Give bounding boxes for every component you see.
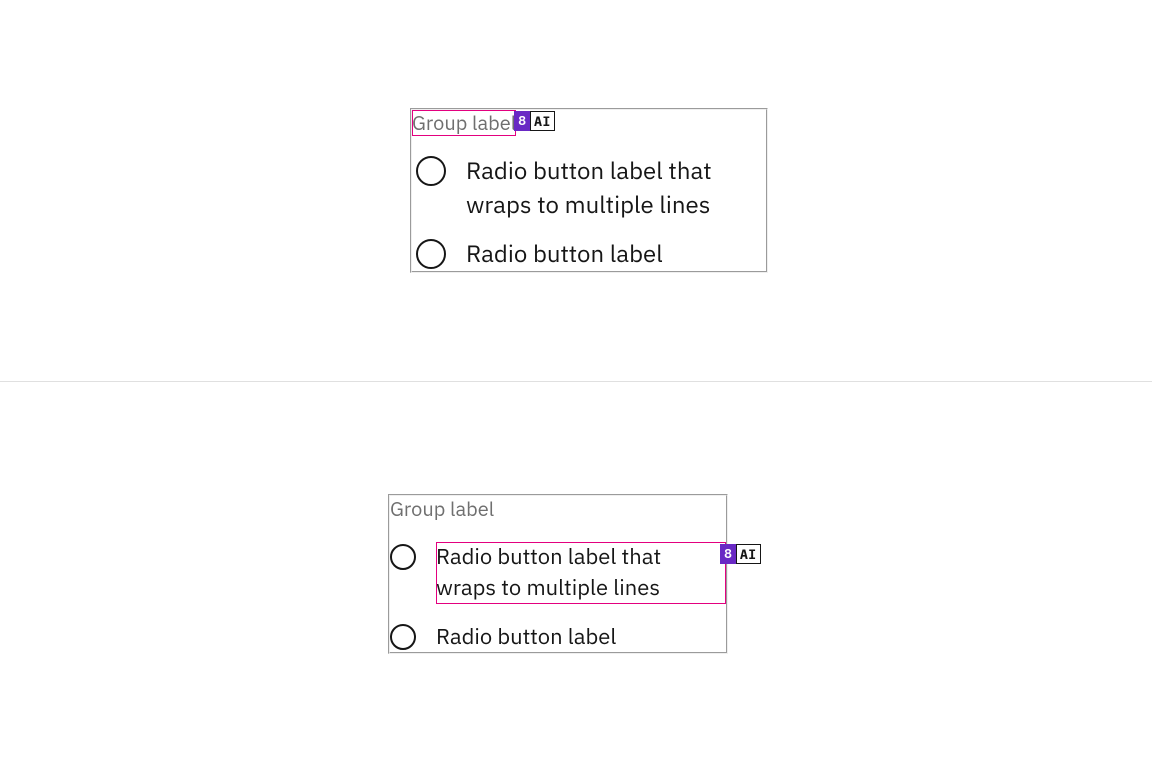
annotation-number: 8 bbox=[514, 111, 530, 131]
radio-icon[interactable] bbox=[416, 156, 446, 186]
radio-label: Radio button label bbox=[466, 237, 663, 271]
radio-label: Radio button label that wraps to multipl… bbox=[436, 542, 726, 604]
annotation-badge: 8 AI bbox=[720, 544, 761, 564]
radio-button-item[interactable]: Radio button label that wraps to multipl… bbox=[390, 542, 726, 604]
radio-items: Radio button label that wraps to multipl… bbox=[390, 542, 726, 652]
radio-label: Radio button label that wraps to multipl… bbox=[466, 154, 766, 221]
example-panel-top: Group label 8 AI Radio button label that… bbox=[0, 0, 1152, 382]
radio-icon[interactable] bbox=[416, 239, 446, 269]
radio-button-group-bottom: Group label Radio button label that wrap… bbox=[388, 494, 728, 654]
radio-items: Radio button label that wraps to multipl… bbox=[412, 154, 766, 271]
annotation-number: 8 bbox=[720, 544, 736, 564]
group-label: Group label bbox=[390, 496, 494, 522]
example-panel-bottom: Group label Radio button label that wrap… bbox=[0, 382, 1152, 767]
radio-button-item[interactable]: Radio button label that wraps to multipl… bbox=[416, 154, 766, 221]
radio-label-text: Radio button label that wraps to multipl… bbox=[436, 542, 661, 602]
radio-label: Radio button label bbox=[436, 622, 616, 653]
radio-icon[interactable] bbox=[390, 624, 416, 650]
group-label-text: Group label bbox=[412, 109, 516, 136]
annotation-ai-tag: AI bbox=[530, 111, 555, 131]
annotation-badge: 8 AI bbox=[514, 111, 555, 131]
group-label-text: Group label bbox=[390, 495, 494, 522]
radio-button-item[interactable]: Radio button label bbox=[416, 237, 766, 271]
radio-button-group-top: Group label 8 AI Radio button label that… bbox=[410, 108, 768, 273]
group-label: Group label 8 AI bbox=[412, 110, 516, 136]
radio-button-item[interactable]: Radio button label bbox=[390, 622, 726, 653]
annotation-ai-tag: AI bbox=[736, 544, 761, 564]
radio-icon[interactable] bbox=[390, 544, 416, 570]
